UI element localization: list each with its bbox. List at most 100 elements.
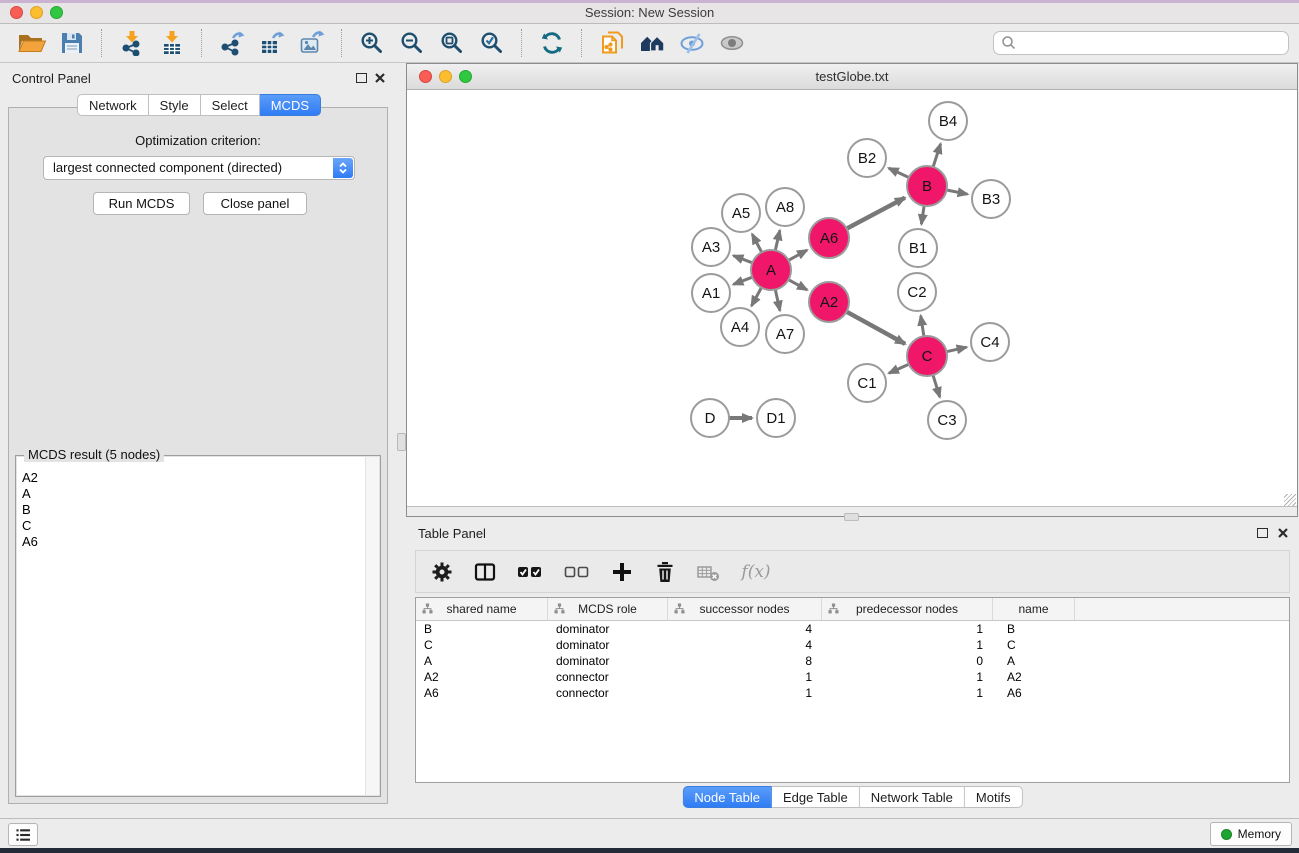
graph-node-D1[interactable]: D1 bbox=[757, 399, 795, 437]
tab-node-table[interactable]: Node Table bbox=[682, 786, 772, 808]
graph-edge-A2-C[interactable] bbox=[847, 312, 906, 344]
graph-node-C1[interactable]: C1 bbox=[848, 364, 886, 402]
maximize-network-window-button[interactable] bbox=[459, 70, 472, 83]
horizontal-split-handle[interactable] bbox=[844, 513, 859, 521]
table-row[interactable]: A2connector11A2 bbox=[416, 669, 1289, 685]
graph-node-B4[interactable]: B4 bbox=[929, 102, 967, 140]
table-cell[interactable]: C bbox=[416, 637, 548, 653]
graph-edge-B-B2[interactable] bbox=[889, 168, 909, 177]
tab-select[interactable]: Select bbox=[201, 94, 260, 116]
result-scrollbar[interactable] bbox=[365, 457, 379, 795]
graph-node-C3[interactable]: C3 bbox=[928, 401, 966, 439]
tab-motifs[interactable]: Motifs bbox=[965, 786, 1023, 808]
mcds-result-item[interactable]: B bbox=[22, 502, 379, 518]
export-network-button[interactable] bbox=[212, 26, 252, 60]
import-network-button[interactable] bbox=[112, 26, 152, 60]
graph-edge-A6-B[interactable] bbox=[847, 198, 905, 229]
table-cell[interactable]: 1 bbox=[668, 669, 822, 685]
table-cell[interactable]: B bbox=[993, 621, 1075, 637]
graph-node-C2[interactable]: C2 bbox=[898, 273, 936, 311]
close-network-window-button[interactable] bbox=[419, 70, 432, 83]
tab-network-table[interactable]: Network Table bbox=[860, 786, 965, 808]
table-cell[interactable]: 8 bbox=[668, 653, 822, 669]
graph-edge-A-A3[interactable] bbox=[733, 256, 752, 263]
table-cell[interactable]: C bbox=[993, 637, 1075, 653]
graph-edge-A-A4[interactable] bbox=[752, 288, 762, 306]
graph-edge-A-A7[interactable] bbox=[775, 290, 780, 311]
table-cell[interactable]: 1 bbox=[668, 685, 822, 701]
show-graphics-button[interactable] bbox=[712, 26, 752, 60]
resize-grip-icon[interactable] bbox=[1284, 494, 1296, 506]
table-row[interactable]: Adominator80A bbox=[416, 653, 1289, 669]
hide-graphics-button[interactable] bbox=[672, 26, 712, 60]
table-cell[interactable]: 1 bbox=[822, 685, 993, 701]
table-cell[interactable]: A6 bbox=[993, 685, 1075, 701]
table-cell[interactable]: 1 bbox=[822, 669, 993, 685]
graph-edge-A-A5[interactable] bbox=[752, 234, 762, 252]
clone-network-button[interactable] bbox=[592, 26, 632, 60]
column-header-successor-nodes[interactable]: successor nodes bbox=[668, 598, 822, 620]
create-column-button[interactable] bbox=[609, 559, 635, 585]
function-builder-button[interactable]: f(x) bbox=[738, 559, 774, 585]
table-cell[interactable]: A2 bbox=[416, 669, 548, 685]
table-cell[interactable]: connector bbox=[548, 669, 668, 685]
graph-node-B3[interactable]: B3 bbox=[972, 180, 1010, 218]
graph-node-C4[interactable]: C4 bbox=[971, 323, 1009, 361]
mcds-result-item[interactable]: A6 bbox=[22, 534, 379, 550]
table-cell[interactable]: dominator bbox=[548, 637, 668, 653]
graph-edge-A-A2[interactable] bbox=[789, 280, 808, 290]
network-canvas[interactable]: B4B2BB3A5A8A6A3B1AA1C2A2A4A7C4CC1C3DD1 bbox=[407, 90, 1297, 507]
minimize-network-window-button[interactable] bbox=[439, 70, 452, 83]
table-cell[interactable]: dominator bbox=[548, 621, 668, 637]
export-image-button[interactable] bbox=[292, 26, 332, 60]
table-cell[interactable]: 4 bbox=[668, 621, 822, 637]
tab-mcds[interactable]: MCDS bbox=[260, 94, 321, 116]
zoom-out-button[interactable] bbox=[392, 26, 432, 60]
delete-columns-button[interactable] bbox=[652, 559, 678, 585]
open-session-button[interactable] bbox=[12, 26, 52, 60]
zoom-fit-button[interactable] bbox=[432, 26, 472, 60]
home-view-button[interactable] bbox=[632, 26, 672, 60]
graph-node-D[interactable]: D bbox=[691, 399, 729, 437]
graph-edge-B-B1[interactable] bbox=[921, 206, 924, 224]
graph-edge-B-B4[interactable] bbox=[933, 144, 941, 167]
delete-table-button[interactable] bbox=[695, 559, 721, 585]
table-cell[interactable]: A bbox=[993, 653, 1075, 669]
graph-node-A5[interactable]: A5 bbox=[722, 194, 760, 232]
vertical-split-handle[interactable] bbox=[397, 433, 406, 451]
select-all-button[interactable] bbox=[515, 559, 545, 585]
run-mcds-button[interactable]: Run MCDS bbox=[93, 192, 190, 215]
graph-node-B2[interactable]: B2 bbox=[848, 139, 886, 177]
graph-node-A2[interactable]: A2 bbox=[809, 282, 849, 322]
export-table-button[interactable] bbox=[252, 26, 292, 60]
table-options-button[interactable] bbox=[429, 559, 455, 585]
table-cell[interactable]: connector bbox=[548, 685, 668, 701]
zoom-in-button[interactable] bbox=[352, 26, 392, 60]
graph-edge-C-C1[interactable] bbox=[889, 364, 909, 373]
graph-node-A7[interactable]: A7 bbox=[766, 315, 804, 353]
graph-node-A6[interactable]: A6 bbox=[809, 218, 849, 258]
graph-node-A[interactable]: A bbox=[751, 250, 791, 290]
close-window-button[interactable] bbox=[10, 6, 23, 19]
graph-node-A3[interactable]: A3 bbox=[692, 228, 730, 266]
graph-edge-C-C2[interactable] bbox=[921, 316, 924, 337]
show-panels-button[interactable] bbox=[8, 823, 38, 846]
graph-node-C[interactable]: C bbox=[907, 336, 947, 376]
deselect-all-button[interactable] bbox=[562, 559, 592, 585]
search-field[interactable] bbox=[993, 31, 1289, 55]
graph-edge-C-C4[interactable] bbox=[947, 347, 967, 352]
import-table-button[interactable] bbox=[152, 26, 192, 60]
table-cell[interactable]: 1 bbox=[822, 621, 993, 637]
graph-node-B[interactable]: B bbox=[907, 166, 947, 206]
maximize-window-button[interactable] bbox=[50, 6, 63, 19]
table-cell[interactable]: A2 bbox=[993, 669, 1075, 685]
mcds-result-item[interactable]: A2 bbox=[22, 470, 379, 486]
column-header-shared-name[interactable]: shared name bbox=[416, 598, 548, 620]
graph-edge-A-A8[interactable] bbox=[775, 230, 780, 250]
mcds-result-item[interactable]: C bbox=[22, 518, 379, 534]
table-row[interactable]: Cdominator41C bbox=[416, 637, 1289, 653]
refresh-view-button[interactable] bbox=[532, 26, 572, 60]
column-header-predecessor-nodes[interactable]: predecessor nodes bbox=[822, 598, 993, 620]
table-cell[interactable]: dominator bbox=[548, 653, 668, 669]
graph-edge-C-C3[interactable] bbox=[933, 375, 940, 397]
